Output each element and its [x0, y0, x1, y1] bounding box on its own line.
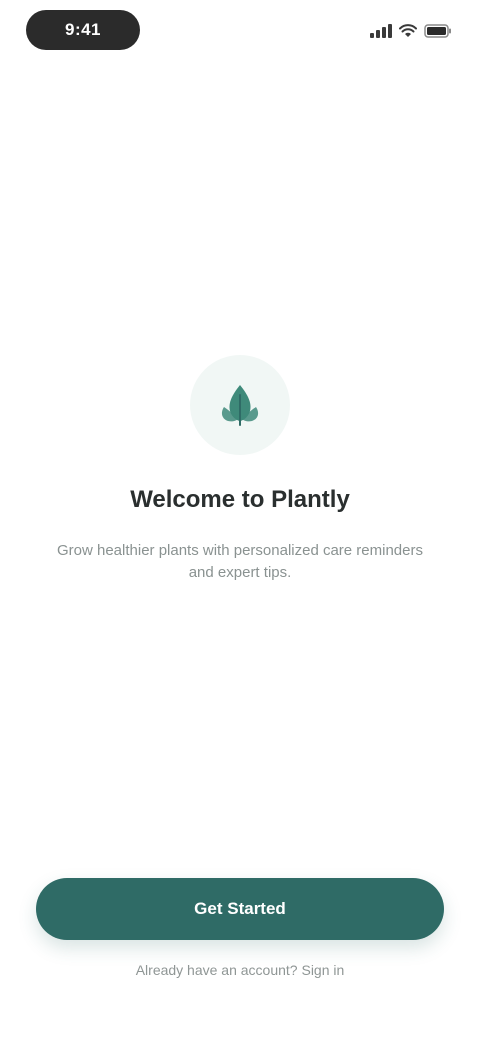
signal-icon: [370, 24, 392, 38]
status-bar: 9:41: [0, 0, 480, 64]
page-title: Welcome to Plantly: [130, 486, 350, 513]
battery-icon: [424, 24, 452, 38]
welcome-screen: 9:41 Welcome to Plantly Grow healthier p…: [0, 0, 480, 1040]
page-description: Grow healthier plants with personalized …: [56, 542, 423, 581]
status-time: 9:41: [26, 10, 140, 50]
wifi-icon: [399, 24, 417, 38]
status-icons: [370, 20, 452, 42]
sign-in-link[interactable]: Already have an account? Sign in: [40, 962, 440, 978]
leaf-icon: [190, 355, 290, 455]
get-started-button[interactable]: Get Started: [36, 878, 444, 940]
